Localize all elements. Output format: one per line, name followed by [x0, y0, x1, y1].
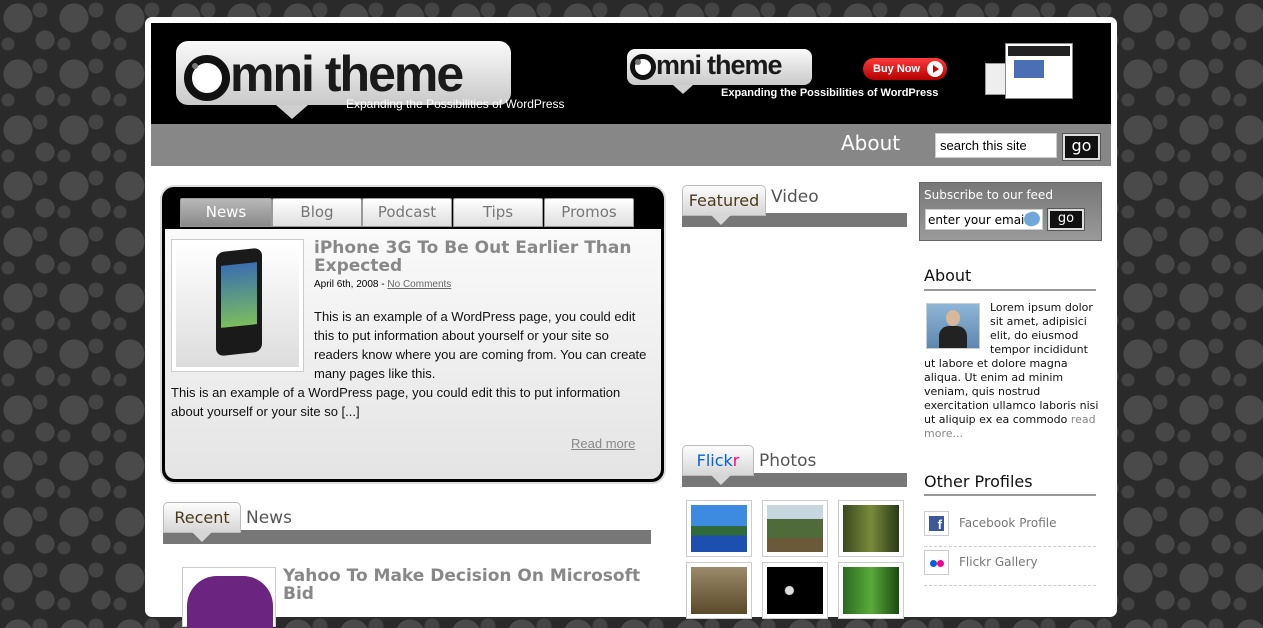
tab-tips[interactable]: Tips: [453, 198, 543, 227]
read-more-link[interactable]: Read more: [571, 436, 635, 451]
flickr-gallery-label: Flickr Gallery: [959, 555, 1038, 569]
banner-tagline: Expanding the Possibilities of WordPress: [721, 87, 939, 99]
about-divider: [924, 289, 1096, 291]
subscribe-go-button[interactable]: go: [1047, 208, 1085, 231]
tab-news[interactable]: News: [180, 198, 272, 227]
site-logo[interactable]: mni theme: [176, 41, 516, 131]
flickr-icon: [924, 550, 949, 575]
profile-flickr[interactable]: Flickr Gallery: [924, 547, 1096, 586]
post-date: April 6th, 2008: [314, 279, 379, 290]
site-header: mni theme Expanding the Possibilities of …: [151, 23, 1111, 124]
post-excerpt-full: This is an example of a WordPress page, …: [171, 385, 621, 419]
flickr-photo[interactable]: [686, 562, 752, 619]
flickr-photo[interactable]: [838, 562, 904, 619]
post-meta: April 6th, 2008 - No Comments: [314, 279, 452, 290]
flickr-photos-header: Flickr Photos: [682, 445, 907, 489]
featured-video-label: Video: [771, 187, 819, 207]
yahoo-logo-image: [187, 576, 273, 628]
play-icon: [927, 61, 943, 77]
flickr-wordmark-a: Flick: [696, 451, 733, 470]
tabbed-content-box: News Blog Podcast Tips Promos iPhone 3G …: [162, 187, 664, 482]
flickr-wordmark-b: r: [732, 451, 740, 470]
recent-tab[interactable]: Recent: [163, 502, 241, 542]
site-tagline: Expanding the Possibilities of WordPress: [346, 97, 565, 111]
post-title[interactable]: iPhone 3G To Be Out Earlier Than Expecte…: [314, 239, 644, 275]
flickr-photo[interactable]: [838, 500, 904, 557]
theme-screenshot-image: [983, 41, 1078, 101]
comments-link[interactable]: No Comments: [387, 279, 451, 290]
recent-news-label: News: [246, 508, 292, 528]
search-go-button[interactable]: go: [1062, 133, 1101, 161]
buy-now-button[interactable]: Buy Now: [863, 58, 947, 80]
recent-post-thumbnail[interactable]: [182, 567, 276, 628]
logo-o-icon: [184, 54, 230, 101]
facebook-icon: f: [924, 511, 949, 536]
flickr-photos-label: Photos: [759, 451, 817, 471]
flickr-photo[interactable]: [762, 500, 828, 557]
tab-podcast[interactable]: Podcast: [362, 198, 452, 227]
subscribe-title: Subscribe to our feed: [924, 188, 1053, 202]
featured-tab[interactable]: Featured: [682, 185, 766, 225]
video-player-area[interactable]: [682, 232, 907, 437]
iphone-image: [216, 247, 262, 357]
profile-facebook[interactable]: f Facebook Profile: [924, 508, 1096, 547]
subscribe-box: Subscribe to our feed go: [920, 183, 1101, 240]
page-wrapper: mni theme Expanding the Possibilities of …: [145, 17, 1117, 628]
tab-panel: iPhone 3G To Be Out Earlier Than Expecte…: [165, 229, 661, 479]
about-text: Lorem ipsum dolor sit amet, adipisici el…: [924, 301, 1099, 440]
facebook-profile-label: Facebook Profile: [959, 516, 1057, 530]
flickr-photo[interactable]: [686, 500, 752, 557]
flickr-photo[interactable]: [762, 562, 828, 619]
nav-about-link[interactable]: About: [841, 131, 900, 155]
post-excerpt-wrapped: This is an example of a WordPress page, …: [314, 309, 647, 381]
tab-promos[interactable]: Promos: [544, 198, 634, 227]
flickr-tab[interactable]: Flickr: [682, 445, 754, 485]
other-profiles-heading: Other Profiles: [924, 472, 1033, 491]
recent-post-title[interactable]: Yahoo To Make Decision On Microsoft Bid: [283, 567, 663, 603]
banner-ad[interactable]: mni theme Expanding the Possibilities of …: [625, 23, 1111, 124]
recent-news-header: Recent News: [163, 502, 651, 546]
featured-video-header: Featured Video: [682, 185, 907, 229]
banner-logo-o-icon: [630, 53, 656, 80]
search-input[interactable]: [935, 133, 1057, 158]
profiles-divider: [924, 494, 1096, 496]
post-thumbnail[interactable]: [171, 239, 304, 372]
tab-blog[interactable]: Blog: [272, 198, 362, 227]
nav-bar: About go: [151, 124, 1111, 166]
about-heading: About: [924, 266, 972, 285]
